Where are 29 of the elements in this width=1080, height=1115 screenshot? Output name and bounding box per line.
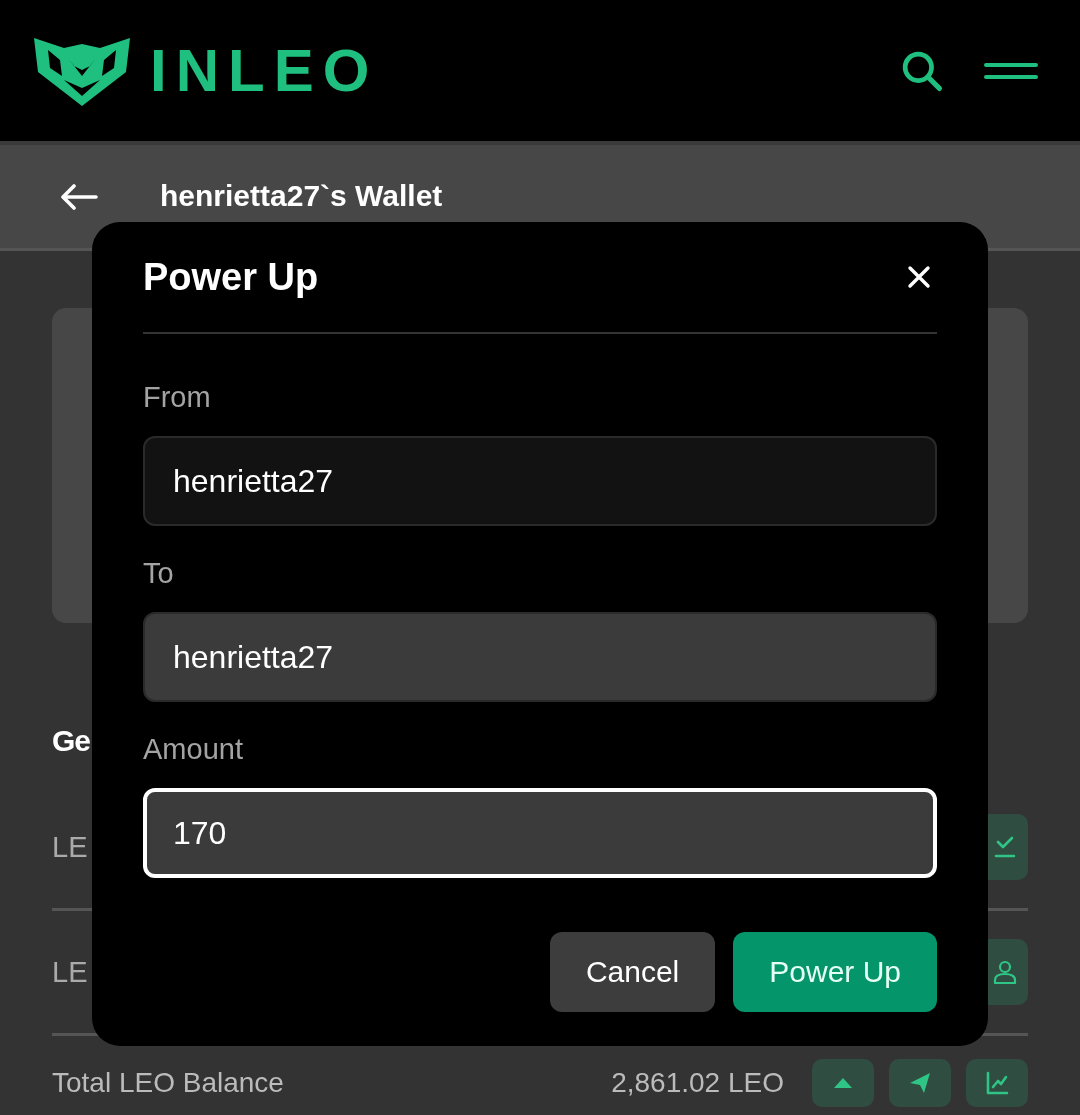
row-label: LE bbox=[52, 955, 88, 989]
field-label: To bbox=[143, 556, 174, 590]
page-title: henrietta27`s Wallet bbox=[160, 179, 443, 214]
send-icon bbox=[908, 1071, 932, 1095]
tick-icon bbox=[993, 835, 1017, 859]
input-field[interactable]: 170 bbox=[143, 788, 937, 878]
send-button[interactable] bbox=[889, 1059, 951, 1107]
lion-logo-icon bbox=[34, 35, 130, 106]
back-button[interactable] bbox=[60, 183, 98, 210]
field-label: Amount bbox=[143, 732, 243, 766]
row-label: Total LEO Balance bbox=[52, 1067, 284, 1099]
cancel-button[interactable]: Cancel bbox=[549, 932, 716, 1012]
logo-text: INLEO bbox=[150, 40, 379, 101]
input-field[interactable]: henrietta27 bbox=[143, 612, 937, 702]
caret-up-button[interactable] bbox=[812, 1059, 874, 1107]
chart-button[interactable] bbox=[966, 1059, 1028, 1107]
user-icon bbox=[993, 960, 1017, 984]
close-button[interactable] bbox=[907, 265, 931, 289]
chart-icon bbox=[985, 1071, 1009, 1095]
section-heading: Ge bbox=[52, 723, 91, 759]
menu-icon bbox=[984, 61, 1038, 80]
power-up-button[interactable]: Power Up bbox=[733, 932, 937, 1012]
field-label: From bbox=[143, 380, 211, 414]
close-icon bbox=[907, 265, 931, 289]
balance-value: 2,861.02 LEO bbox=[611, 1067, 784, 1099]
row-label: LE bbox=[52, 830, 88, 864]
menu-button[interactable] bbox=[984, 61, 1038, 80]
dialog-title: Power Up bbox=[143, 255, 319, 299]
arrow-left-icon bbox=[60, 183, 98, 210]
